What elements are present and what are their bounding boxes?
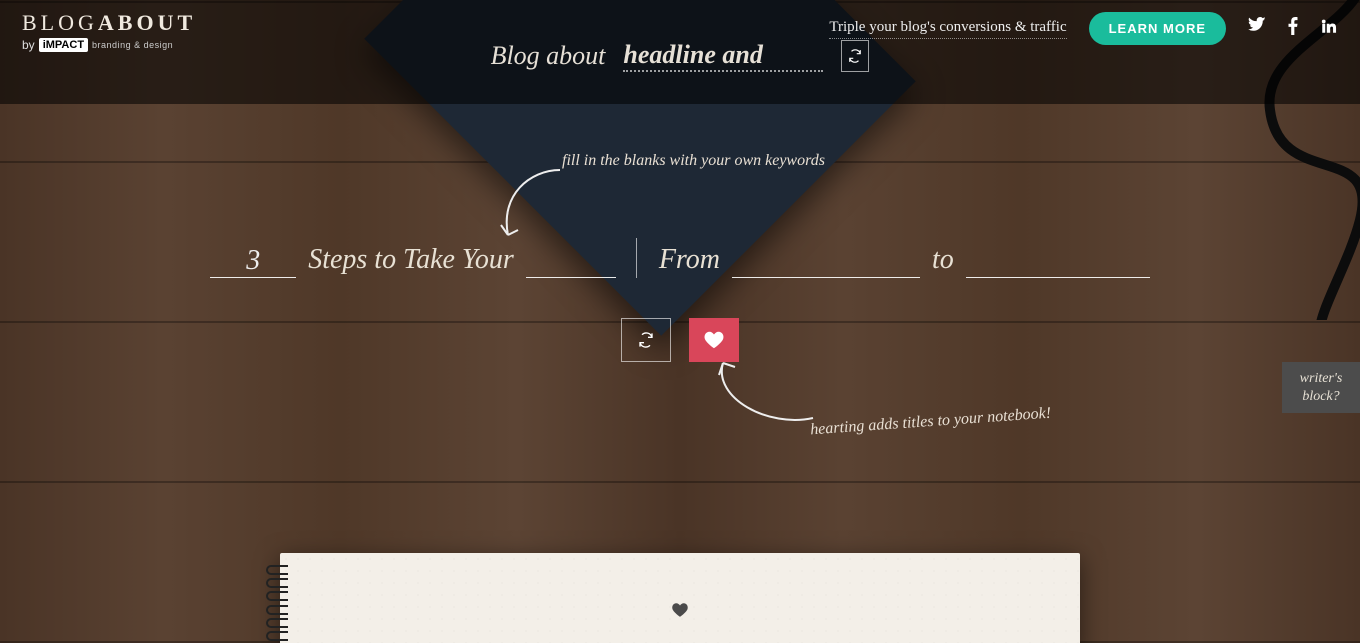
twitter-icon[interactable] [1248,17,1266,40]
notebook[interactable] [280,553,1080,643]
headline-text-1: Steps to Take Your [308,244,514,278]
arrow-icon [708,358,818,438]
headline-text-3: to [932,244,954,278]
notebook-rings [266,563,288,643]
heart-icon [703,329,725,351]
heart-button[interactable] [689,318,739,362]
hint-hearting: hearting adds titles to your notebook! [810,405,1052,440]
headline-blank-3[interactable] [732,242,920,278]
logo-title: BLOGABOUT [22,10,196,36]
promo-link[interactable]: Triple your blog's conversions & traffic [829,19,1066,39]
notebook-heart-icon [671,601,689,624]
headline-blank-2[interactable] [526,242,616,278]
linkedin-icon[interactable] [1320,17,1338,40]
topic-label: Blog about [491,41,606,71]
divider [636,238,637,278]
topic-input[interactable]: headline and [623,40,823,72]
headline-blank-1[interactable]: 3 [210,242,296,278]
refresh-icon [848,49,862,63]
topic-refresh-button[interactable] [841,40,869,72]
logo-part1: BLOG [22,10,98,35]
facebook-icon[interactable] [1288,17,1298,40]
headline-blank-4[interactable] [966,242,1150,278]
refresh-icon [638,332,654,348]
headline-refresh-button[interactable] [621,318,671,362]
headline-template: 3 Steps to Take Your From to [0,238,1360,278]
writers-block-tab[interactable]: writer's block? [1282,362,1360,413]
logo-part2: ABOUT [98,10,196,35]
headline-text-2: From [659,244,720,278]
